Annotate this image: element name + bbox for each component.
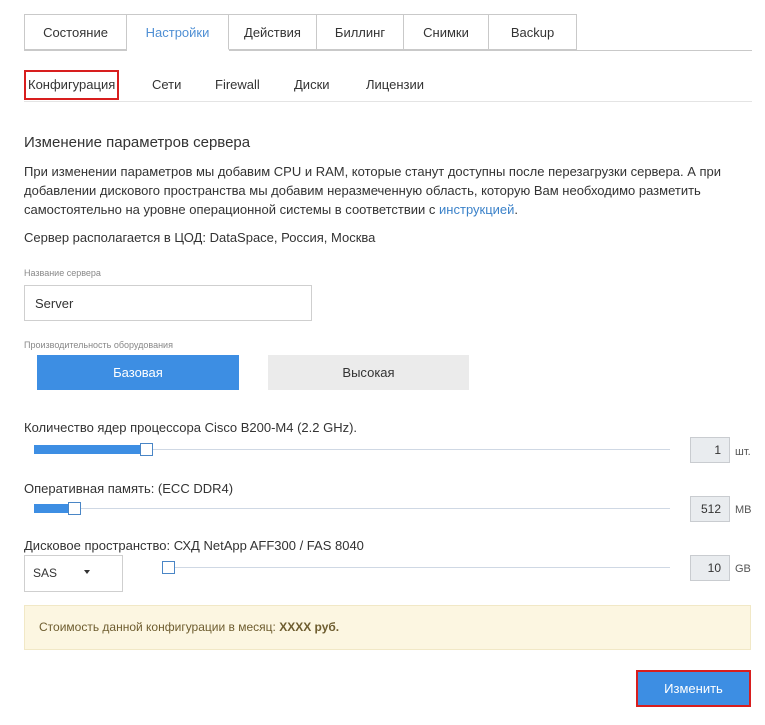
cost-prefix: Стоимость данной конфигурации в месяц:	[39, 620, 280, 634]
server-name-input[interactable]	[24, 285, 312, 321]
ram-slider-track[interactable]	[34, 508, 670, 509]
performance-basic-button[interactable]: Базовая	[37, 355, 239, 390]
cost-amount: XXXX руб.	[279, 620, 340, 634]
subnav-networks[interactable]: Сети	[152, 70, 181, 100]
tab-divider	[229, 50, 577, 51]
ram-slider-fill	[34, 504, 70, 513]
tab-backup[interactable]: Backup	[489, 14, 577, 50]
cpu-value-input[interactable]: 1	[690, 437, 730, 463]
subnav-divider	[24, 101, 752, 102]
change-button[interactable]: Изменить	[636, 670, 751, 707]
tab-billing[interactable]: Биллинг	[317, 14, 404, 50]
cpu-unit: шт.	[735, 446, 751, 458]
cpu-slider-handle[interactable]	[140, 443, 153, 456]
server-name-label: Название сервера	[24, 268, 101, 278]
performance-high-button[interactable]: Высокая	[268, 355, 469, 390]
subnav-disks[interactable]: Диски	[294, 70, 330, 100]
disk-label: Дисковое пространство: СХД NetApp AFF300…	[24, 538, 364, 553]
description-end: .	[514, 202, 519, 217]
instruction-link[interactable]: инструкцией	[439, 202, 514, 217]
ram-value-input[interactable]: 512	[690, 496, 730, 522]
performance-label: Производительность оборудования	[24, 340, 173, 350]
disk-unit: GB	[735, 563, 751, 575]
tab-divider	[577, 50, 752, 51]
disk-slider-track[interactable]	[162, 567, 670, 568]
subnav-licenses[interactable]: Лицензии	[366, 70, 424, 100]
disk-slider-handle[interactable]	[162, 561, 175, 574]
subnav-firewall[interactable]: Firewall	[215, 70, 260, 100]
settings-tabs: Состояние Настройки Действия Биллинг Сни…	[24, 14, 577, 51]
disk-type-select[interactable]: SAS	[24, 555, 123, 592]
tab-divider	[24, 50, 127, 51]
tab-actions[interactable]: Действия	[229, 14, 317, 50]
ram-unit: MB	[735, 504, 752, 516]
disk-value-input[interactable]: 10	[690, 555, 730, 581]
tab-snapshots[interactable]: Снимки	[404, 14, 489, 50]
ram-label: Оперативная память: (ECC DDR4)	[24, 481, 234, 496]
description: При изменении параметров мы добавим CPU …	[24, 162, 744, 219]
cpu-slider-fill	[34, 445, 142, 454]
tab-status[interactable]: Состояние	[24, 14, 127, 50]
datacenter-location: Сервер располагается в ЦОД: DataSpace, Р…	[24, 230, 376, 245]
subnav-configuration[interactable]: Конфигурация	[24, 70, 120, 100]
section-title: Изменение параметров сервера	[24, 134, 251, 151]
cpu-label: Количество ядер процессора Cisco B200-M4…	[24, 420, 358, 435]
ram-slider-handle[interactable]	[68, 502, 81, 515]
description-text: При изменении параметров мы добавим CPU …	[24, 164, 722, 217]
chevron-down-icon	[84, 570, 90, 574]
tab-settings[interactable]: Настройки	[127, 14, 229, 50]
cost-notice: Стоимость данной конфигурации в месяц: X…	[24, 605, 751, 650]
